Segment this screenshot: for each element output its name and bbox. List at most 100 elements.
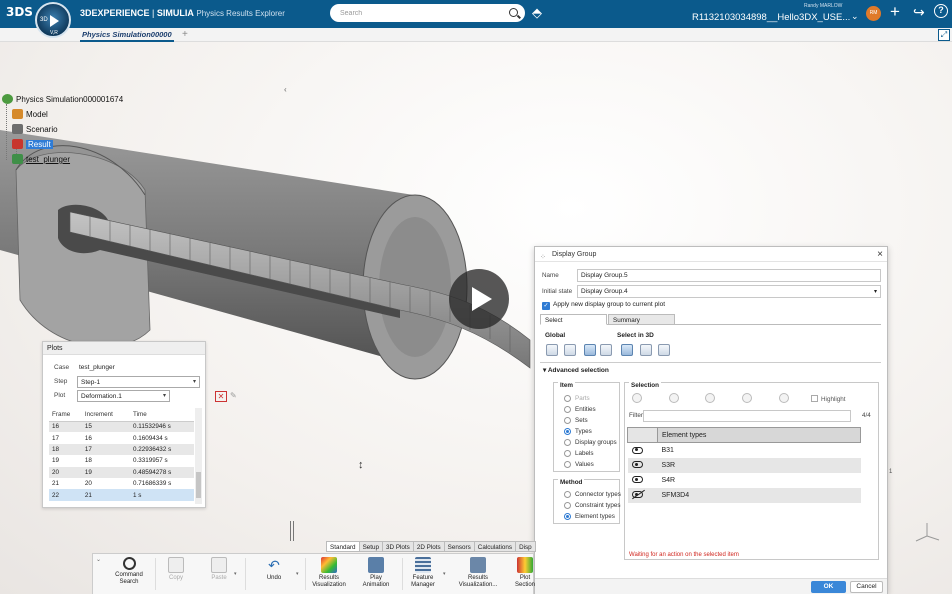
eye-icon[interactable] bbox=[631, 476, 643, 484]
tree-item-test-plunger[interactable]: test_plunger bbox=[12, 154, 70, 166]
selection-tool-1-icon[interactable] bbox=[632, 393, 642, 403]
close-icon[interactable]: × bbox=[877, 247, 883, 262]
plot-select[interactable]: Deformation.1 ▾ bbox=[77, 390, 170, 402]
radio-display-groups[interactable]: Display groups bbox=[564, 439, 617, 446]
radio-types[interactable]: Types bbox=[564, 428, 592, 435]
selection-tool-4-icon[interactable] bbox=[742, 393, 752, 403]
radio-constraint-types[interactable]: Constraint types bbox=[564, 502, 621, 509]
select-3d-frame-icon[interactable] bbox=[658, 344, 670, 356]
tab-select[interactable]: Select bbox=[540, 314, 607, 325]
tree-item-result[interactable]: Result bbox=[12, 139, 53, 151]
tree-item-scenario[interactable]: Scenario bbox=[12, 124, 58, 136]
name-field[interactable]: Display Group.5 bbox=[577, 269, 881, 282]
selection-tool-5-icon[interactable] bbox=[779, 393, 789, 403]
avatar[interactable]: RM bbox=[866, 6, 881, 21]
radio-values[interactable]: Values bbox=[564, 461, 594, 468]
select-3d-window-icon[interactable] bbox=[600, 344, 612, 356]
table-row[interactable]: 19 18 0.3319957 s bbox=[49, 455, 194, 466]
table-row[interactable]: S4R bbox=[628, 473, 861, 488]
highlight-checkbox[interactable]: Highlight bbox=[811, 395, 846, 403]
global-select-all-icon[interactable] bbox=[546, 344, 558, 356]
help-icon[interactable]: ? bbox=[934, 4, 948, 18]
table-row[interactable]: B31 bbox=[628, 443, 861, 458]
radio-labels[interactable]: Labels bbox=[564, 450, 594, 457]
splitter-handle[interactable] bbox=[290, 521, 294, 541]
undo-button[interactable]: ↶ Undo bbox=[251, 557, 297, 582]
radio-sets[interactable]: Sets bbox=[564, 417, 588, 424]
table-row[interactable]: 18 17 0.22936432 s bbox=[49, 443, 194, 456]
eye-icon[interactable] bbox=[631, 461, 643, 469]
scrollbar-thumb[interactable] bbox=[196, 472, 201, 498]
feature-manager-button[interactable]: Feature Manager bbox=[400, 557, 446, 589]
chevron-down-icon[interactable]: ▾ bbox=[296, 571, 299, 577]
table-row[interactable]: 20 19 0.48594278 s bbox=[49, 466, 194, 478]
dialog-title-bar[interactable]: ⁘ Display Group × bbox=[535, 247, 887, 262]
table-row[interactable]: S3R bbox=[627, 457, 861, 473]
results-visualization-settings-button[interactable]: Results Visualization... bbox=[455, 557, 501, 589]
eye-icon[interactable] bbox=[631, 446, 643, 454]
compass-button[interactable]: 3D V,R bbox=[35, 2, 71, 38]
radio-parts[interactable]: Parts bbox=[564, 395, 590, 402]
chevron-down-icon[interactable]: ▾ bbox=[234, 571, 237, 577]
edit-plot-icon[interactable]: ✎ bbox=[230, 391, 237, 400]
eye-hidden-icon[interactable] bbox=[631, 491, 643, 499]
column-header-element-types[interactable]: Element types bbox=[657, 427, 861, 443]
tab-3d-plots[interactable]: 3D Plots bbox=[382, 541, 414, 552]
column-header-increment[interactable]: Increment bbox=[81, 409, 131, 422]
resize-handle-icon[interactable]: ↕ bbox=[358, 459, 364, 471]
document-name[interactable]: R1132103034898__Hello3DX_USE... bbox=[692, 12, 850, 23]
delete-plot-icon[interactable]: ✕ bbox=[215, 391, 227, 402]
share-icon[interactable]: ↪ bbox=[913, 4, 925, 21]
chevron-down-icon[interactable]: ⌄ bbox=[96, 556, 101, 563]
command-search-button[interactable]: Command Search bbox=[106, 557, 152, 586]
search-input[interactable] bbox=[330, 4, 525, 22]
search-icon[interactable] bbox=[509, 8, 518, 17]
add-icon[interactable]: + bbox=[890, 3, 900, 21]
filter-input[interactable] bbox=[643, 410, 851, 422]
ok-button[interactable]: OK bbox=[811, 581, 846, 593]
radio-element-types[interactable]: Element types bbox=[564, 513, 615, 520]
video-play-button[interactable] bbox=[449, 269, 509, 329]
axis-triad-icon[interactable] bbox=[913, 520, 941, 548]
table-row[interactable]: SFM3D4 bbox=[627, 487, 861, 503]
initial-state-select[interactable]: Display Group.4 ▾ bbox=[577, 285, 881, 298]
tab-standard[interactable]: Standard bbox=[326, 541, 360, 552]
column-header-time[interactable]: Time bbox=[130, 409, 194, 422]
copy-button[interactable]: Copy bbox=[153, 557, 199, 582]
table-row[interactable]: 21 20 0.71686339 s bbox=[49, 478, 194, 489]
selection-tool-2-icon[interactable] bbox=[669, 393, 679, 403]
tag-icon[interactable]: ⬘ bbox=[532, 5, 542, 21]
add-tab-button[interactable]: + bbox=[182, 28, 188, 41]
tab-2d-plots[interactable]: 2D Plots bbox=[412, 541, 445, 552]
tree-item-model[interactable]: Model bbox=[12, 109, 48, 121]
tab-display[interactable]: Disp bbox=[515, 541, 536, 552]
tree-item-root[interactable]: Physics Simulation000001674 bbox=[2, 94, 123, 106]
tab-setup[interactable]: Setup bbox=[358, 541, 384, 552]
table-row[interactable]: 16 15 0.11532946 s bbox=[49, 421, 194, 433]
tab-sensors[interactable]: Sensors bbox=[443, 541, 475, 552]
plot-section-button[interactable]: Plot Section bbox=[502, 557, 548, 589]
select-3d-polygon-icon[interactable] bbox=[640, 344, 652, 356]
advanced-selection-header[interactable]: ▾ Advanced selection bbox=[543, 366, 609, 374]
selection-tool-3-icon[interactable] bbox=[705, 393, 715, 403]
chevron-down-icon[interactable]: ▾ bbox=[443, 571, 446, 577]
select-3d-box-icon[interactable] bbox=[584, 344, 596, 356]
tab-physics-simulation[interactable]: Physics Simulation00000 bbox=[80, 28, 174, 42]
global-select-nodes-icon[interactable] bbox=[564, 344, 576, 356]
cancel-button[interactable]: Cancel bbox=[850, 581, 883, 593]
column-header-frame[interactable]: Frame bbox=[49, 409, 82, 422]
select-3d-pick-icon[interactable] bbox=[621, 344, 633, 356]
visibility-column-header[interactable] bbox=[627, 427, 658, 443]
radio-entities[interactable]: Entities bbox=[564, 406, 596, 413]
expand-icon[interactable]: ⤢ bbox=[938, 29, 950, 41]
radio-connector-types[interactable]: Connector types bbox=[564, 491, 621, 498]
step-select[interactable]: Step-1 ▾ bbox=[77, 376, 200, 388]
table-row[interactable]: 17 16 0.1609434 s bbox=[49, 432, 194, 443]
tab-summary[interactable]: Summary bbox=[608, 314, 675, 325]
table-scrollbar[interactable] bbox=[195, 408, 202, 504]
tab-calculations[interactable]: Calculations bbox=[473, 541, 517, 552]
paste-button[interactable]: Paste bbox=[196, 557, 242, 582]
table-row-selected[interactable]: 22 21 1 s bbox=[49, 489, 194, 501]
apply-checkbox[interactable]: ✓ Apply new display group to current plot bbox=[542, 301, 665, 310]
collapse-panel-icon[interactable]: ‹ bbox=[284, 85, 287, 94]
